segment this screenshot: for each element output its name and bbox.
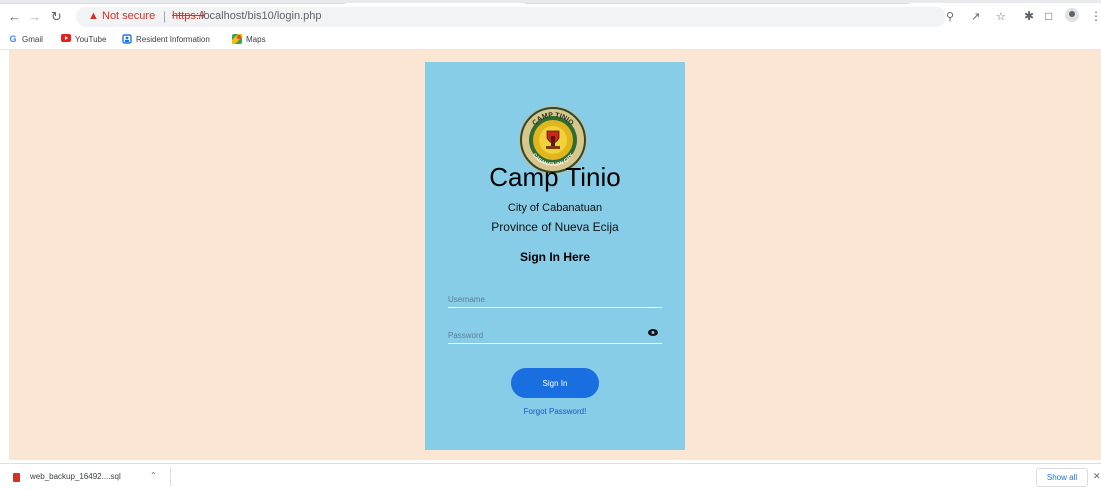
bookmark-label: YouTube	[75, 34, 107, 44]
tab-edge	[525, 3, 909, 4]
chevron-up-icon[interactable]: ⌃	[150, 471, 157, 480]
bookmark-youtube[interactable]: YouTube	[61, 34, 106, 44]
bookmarks-bar: G Gmail YouTube Resident Information Map…	[0, 31, 1101, 50]
sql-file-icon	[13, 473, 20, 482]
bookmark-label: Maps	[246, 34, 266, 44]
forward-icon[interactable]: →	[28, 10, 41, 24]
side-panel-icon[interactable]: □	[1045, 9, 1052, 23]
address-bar[interactable]: ▲ Not secure | https:// localhost/bis10/…	[76, 7, 1006, 27]
show-all-button[interactable]: Show all	[1036, 468, 1088, 487]
bookmark-maps[interactable]: Maps	[232, 34, 266, 44]
resident-icon	[122, 34, 132, 44]
menu-icon[interactable]: ⋮	[1090, 9, 1101, 23]
gmail-icon: G	[9, 34, 17, 44]
maps-icon	[232, 34, 242, 44]
reload-icon[interactable]: ↻	[51, 10, 62, 24]
tab-edge	[0, 3, 345, 4]
close-icon[interactable]: ✕	[1093, 471, 1101, 482]
share-icon[interactable]: ↗	[971, 10, 980, 23]
youtube-icon	[61, 34, 71, 44]
warning-icon[interactable]: ▲	[88, 10, 99, 22]
sign-in-heading: Sign In Here	[519, 250, 590, 264]
back-icon[interactable]: ←	[8, 10, 21, 24]
forgot-password-link[interactable]: Forgot Password!	[425, 407, 685, 416]
province-label: Province of Nueva Ecija	[491, 220, 619, 234]
username-input[interactable]	[448, 291, 638, 308]
browser-toolbar: ← → ↻ ▲ Not secure | https:// localhost/…	[0, 0, 1101, 32]
bookmark-resident-information[interactable]: Resident Information	[122, 34, 210, 44]
sign-in-button[interactable]: Sign In	[511, 368, 599, 398]
bookmark-label: Gmail	[22, 34, 43, 44]
bookmark-label: Resident Information	[136, 34, 210, 44]
profile-avatar-icon[interactable]	[1065, 8, 1079, 22]
url-text[interactable]: localhost/bis10/login.php	[201, 10, 321, 22]
extensions-icon[interactable]: ✱	[1024, 9, 1034, 23]
bookmark-star-icon[interactable]: ☆	[996, 10, 1006, 23]
show-password-eye-icon[interactable]	[648, 329, 658, 336]
download-file-name[interactable]: web_backup_16492....sql	[30, 472, 121, 481]
city-label: City of Cabanatuan	[507, 202, 603, 214]
address-divider: |	[163, 9, 167, 23]
password-field	[448, 325, 662, 344]
download-shelf: web_backup_16492....sql ⌃ Show all ✕	[0, 463, 1101, 490]
zoom-icon[interactable]: ⚲	[946, 10, 954, 23]
login-card: CAMP TINIO CABANATUAN CITY Camp Tinio Ci…	[425, 62, 685, 450]
password-input[interactable]	[448, 327, 638, 344]
bookmark-gmail[interactable]: G Gmail	[8, 34, 43, 44]
username-field	[448, 289, 662, 308]
page-title: Camp Tinio	[489, 162, 621, 192]
shelf-divider	[170, 467, 171, 486]
security-label[interactable]: Not secure	[102, 10, 155, 22]
login-page: CAMP TINIO CABANATUAN CITY Camp Tinio Ci…	[9, 50, 1101, 460]
